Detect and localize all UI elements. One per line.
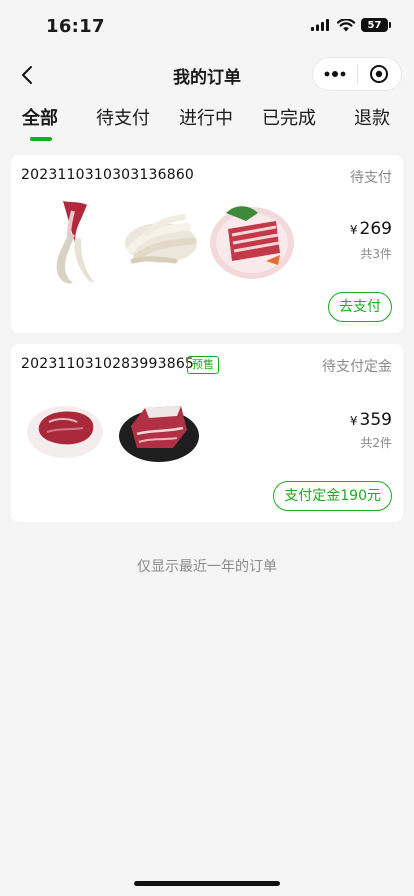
tab-in-progress[interactable]: 进行中 [179, 104, 233, 130]
order-status: 待支付定金 [322, 359, 392, 375]
home-indicator[interactable] [134, 881, 280, 886]
product-image-beef-tail[interactable] [33, 197, 105, 289]
order-tabs: 全部 待支付 进行中 已完成 退款 [0, 104, 414, 144]
history-note: 仅显示最近一年的订单 [137, 559, 277, 575]
order-number: 2023110310303136860 [21, 167, 195, 183]
product-image-brisket-on-slate[interactable] [115, 398, 205, 464]
order-price: ¥359 [350, 410, 392, 430]
status-time: 16:17 [46, 16, 105, 37]
nav-bar: 我的订单 [0, 52, 414, 98]
close-capsule-icon [370, 65, 389, 83]
close-capsule-button[interactable] [358, 58, 402, 90]
pay-deposit-button[interactable]: 支付定金190元 [273, 481, 392, 511]
order-number: 2023110310283993865 [21, 356, 195, 372]
status-bar: 16:17 57 [0, 0, 414, 52]
mini-program-capsule [312, 57, 402, 91]
product-image-chicken-feet[interactable] [117, 203, 205, 277]
more-button[interactable] [313, 58, 357, 90]
pay-button[interactable]: 去支付 [328, 292, 392, 322]
tab-pending-payment[interactable]: 待支付 [96, 104, 150, 130]
currency-symbol: ¥ [349, 414, 358, 428]
product-image-beef-cut[interactable] [25, 398, 105, 462]
currency-symbol: ¥ [349, 223, 358, 237]
order-card[interactable]: 2023110310303136860 待支付 ¥ 269 共3件 去支付 [11, 155, 403, 333]
battery-level: 57 [367, 19, 382, 31]
price-value: 269 [359, 219, 392, 239]
tab-all[interactable]: 全部 [22, 104, 58, 130]
price-value: 359 [359, 410, 392, 430]
signal-icon [311, 19, 329, 31]
battery-icon: 57 [361, 18, 391, 32]
item-count: 共2件 [360, 436, 392, 450]
order-price: ¥269 [350, 219, 392, 239]
item-count: 共3件 [360, 247, 392, 261]
wifi-icon [337, 18, 355, 31]
presale-badge: 预售 [187, 356, 219, 374]
product-image-lamb-ribs-platter[interactable] [206, 199, 298, 283]
tab-refund[interactable]: 退款 [354, 104, 390, 130]
order-status: 待支付 [350, 170, 392, 186]
status-icons: 57 [311, 18, 391, 32]
tab-completed[interactable]: 已完成 [262, 104, 316, 130]
order-card[interactable]: 2023110310283993865 预售 待支付定金 ¥359 共2件 支付… [11, 344, 403, 522]
active-tab-indicator [30, 137, 52, 141]
more-icon [324, 71, 346, 77]
